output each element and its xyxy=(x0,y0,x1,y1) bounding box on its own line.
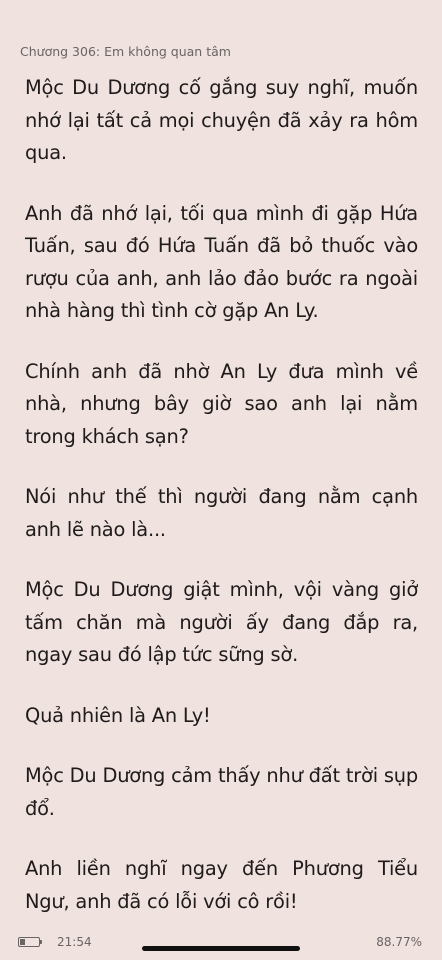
paragraph: Mộc Du Dương giật mình, vội vàng giở tấm… xyxy=(25,578,418,666)
paragraph: Mộc Du Dương cố gắng suy nghĩ, muốn nhớ … xyxy=(25,76,418,164)
clock-time: 21:54 xyxy=(57,935,92,949)
paragraph: Chính anh đã nhờ An Ly đưa mình về nhà, … xyxy=(25,359,418,448)
paragraph: Nói như thế thì người đang nằm cạnh anh … xyxy=(25,485,418,541)
chapter-title: Chương 306: Em không quan tâm xyxy=(20,44,231,59)
paragraph: Anh liền nghĩ ngay đến Phương Tiểu Ngư, … xyxy=(25,857,418,913)
paragraph: Quả nhiên là An Ly! xyxy=(25,703,211,727)
reader-status-bar: 21:54 88.77% xyxy=(0,930,442,960)
battery-icon xyxy=(18,937,42,947)
battery-level xyxy=(20,939,25,945)
reader-content[interactable]: Mộc Du Dương cố gắng suy nghĩ, muốn nhớ … xyxy=(25,72,418,946)
paragraph: Mộc Du Dương cảm thấy như đất trời sụp đ… xyxy=(25,764,418,820)
battery-tip xyxy=(40,940,42,944)
reading-progress: 88.77% xyxy=(376,935,422,949)
paragraph: Anh đã nhớ lại, tối qua mình đi gặp Hứa … xyxy=(25,201,418,323)
home-indicator[interactable] xyxy=(142,946,300,951)
